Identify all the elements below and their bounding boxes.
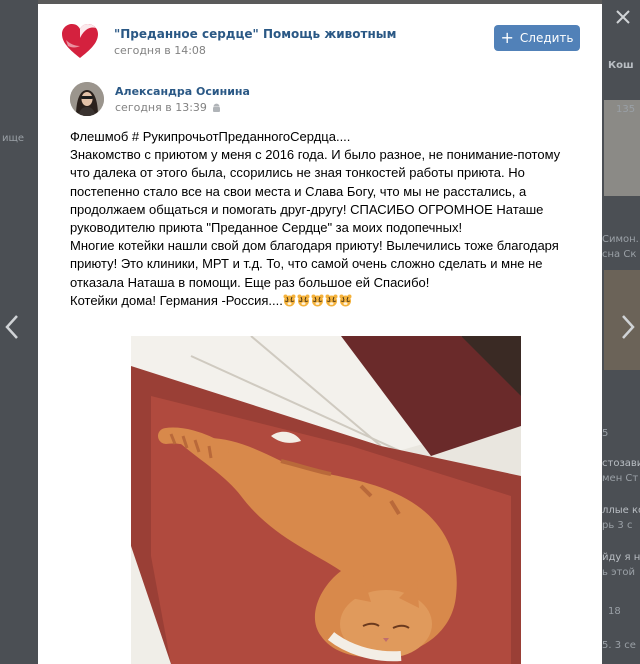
background-text: ллые кош <box>602 505 640 516</box>
chevron-left-icon <box>5 315 18 339</box>
post-text: Флешмоб # РукипрочьотПреданногоСердца...… <box>70 128 575 310</box>
background-text: 5. 3 се <box>602 640 636 651</box>
post-line: Флешмоб # РукипрочьотПреданногоСердца...… <box>70 129 351 144</box>
background-text: рь 3 с <box>602 520 633 531</box>
post-last-line: Котейки дома! Германия -Россия.... <box>70 292 575 310</box>
follow-button-label: Следить <box>519 31 574 45</box>
group-post-time[interactable]: сегодня в 14:08 <box>114 44 206 57</box>
tiger-emoji-icon <box>297 294 310 307</box>
post-line: Знакомство с приютом у меня с 2016 года.… <box>70 147 561 163</box>
post-line: Многие котейки нашли свой дом благодаря … <box>70 238 559 254</box>
post-modal: "Преданное сердце" Помощь животным сегод… <box>38 4 602 664</box>
tiger-emoji-icon <box>283 294 296 307</box>
heart-logo-icon[interactable] <box>60 22 100 62</box>
background-text: стозави <box>602 458 640 469</box>
android-icon <box>212 103 220 112</box>
background-text: 5 <box>602 428 609 439</box>
background-text: 135 <box>616 104 636 115</box>
tiger-emoji-icon <box>311 294 324 307</box>
follow-button[interactable]: + Следить <box>494 25 580 51</box>
background-text: Кош <box>608 60 634 71</box>
background-text: ище <box>2 133 25 144</box>
post-line: отказала Наташа в помощи. Еще раз большо… <box>70 274 430 290</box>
post-line: руководителю приюта "Преданное Сердце" з… <box>70 220 463 236</box>
post-line: приюту! Это клиники, МРТ и т.д. То, что … <box>70 256 543 272</box>
post-line: постепенно стало все на свои места и Сла… <box>70 183 527 199</box>
next-post-button[interactable] <box>618 314 638 346</box>
background-text: 18 <box>608 606 621 617</box>
chevron-right-icon <box>622 315 635 339</box>
author-time-text: сегодня в 13:39 <box>115 101 207 114</box>
background-text: сна Ск <box>602 249 637 260</box>
tiger-emoji-icon <box>339 294 352 307</box>
group-name-link[interactable]: "Преданное сердце" Помощь животным <box>114 27 396 41</box>
avatar[interactable] <box>70 82 104 116</box>
tiger-emoji-row <box>283 294 352 307</box>
background-text: йду я н <box>602 552 640 563</box>
close-button[interactable] <box>612 8 634 30</box>
background-text: мен Ст <box>602 473 639 484</box>
post-line: продолжаем общаться и помогать друг-друг… <box>70 201 544 217</box>
background-text: ь этой <box>602 567 636 578</box>
prev-post-button[interactable] <box>2 314 22 346</box>
tiger-emoji-icon <box>325 294 338 307</box>
post-line: Котейки дома! Германия -Россия.... <box>70 292 283 308</box>
post-photo-cat[interactable] <box>131 336 521 664</box>
background-text: Симон. С <box>602 234 640 245</box>
plus-icon: + <box>500 28 514 47</box>
author-name-link[interactable]: Александра Осинина <box>115 85 250 98</box>
close-icon <box>616 10 630 24</box>
post-line: что далека от этого была, ссорились не з… <box>70 165 525 181</box>
author-post-time[interactable]: сегодня в 13:39 <box>115 101 221 114</box>
